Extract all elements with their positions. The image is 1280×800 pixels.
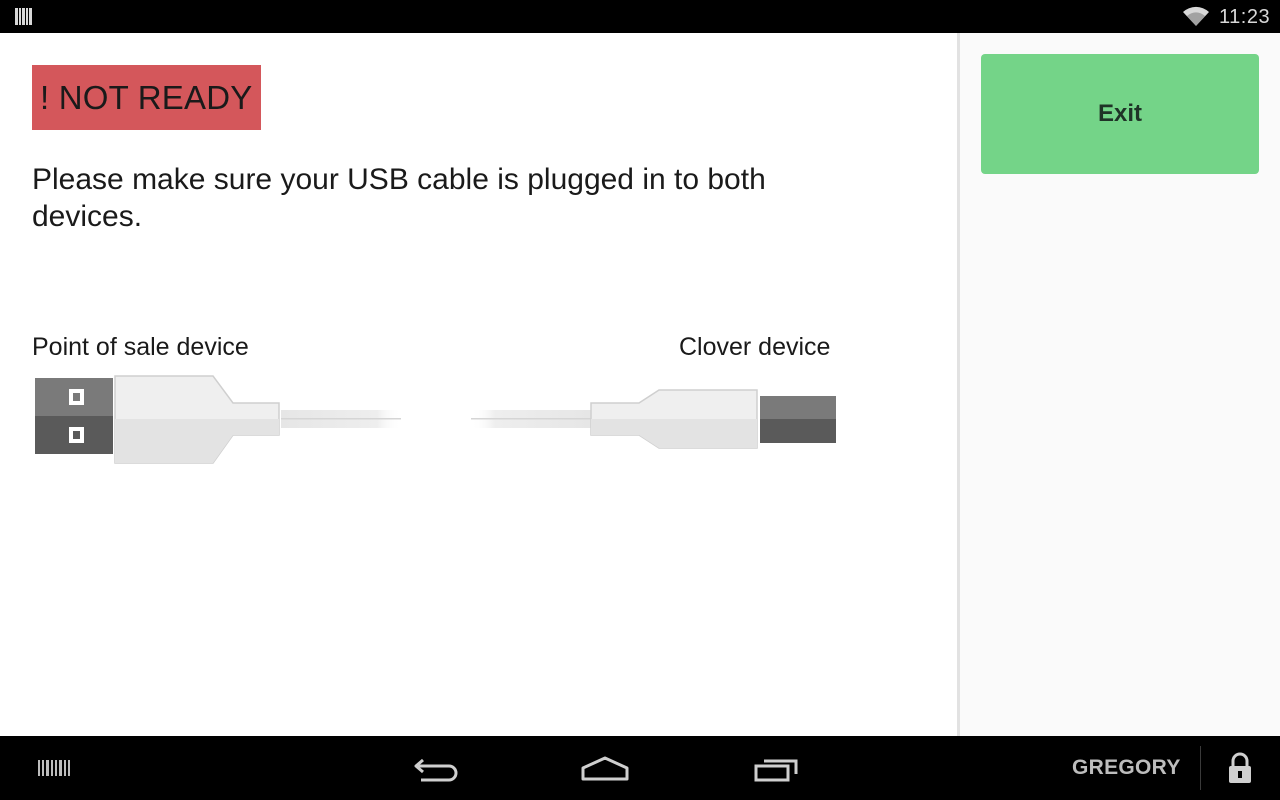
exit-button[interactable]: Exit (981, 54, 1259, 174)
back-icon[interactable] (413, 756, 459, 787)
barcode-notification-icon (15, 8, 33, 30)
status-badge: ! NOT READY (32, 65, 261, 130)
side-panel: Exit (960, 33, 1280, 736)
recents-icon[interactable] (754, 756, 802, 787)
status-bar: 11:23 (0, 0, 1280, 33)
usb-a-plug (35, 375, 401, 464)
wifi-icon (1183, 6, 1209, 31)
clover-device-label: Clover device (679, 333, 831, 361)
status-clock: 11:23 (1219, 6, 1271, 28)
nav-separator (1200, 746, 1201, 790)
pos-device-label: Point of sale device (32, 333, 249, 361)
main-panel: ! NOT READY Please make sure your USB ca… (0, 33, 957, 736)
navigation-bar: GREGORY (0, 736, 1280, 800)
lock-icon[interactable] (1228, 752, 1252, 789)
usb-b-plug (471, 389, 836, 449)
home-icon[interactable] (580, 756, 630, 787)
employee-name[interactable]: GREGORY (1072, 756, 1181, 780)
instruction-message: Please make sure your USB cable is plugg… (32, 163, 766, 233)
usb-cable-illustration (33, 373, 839, 472)
barcode-icon[interactable] (38, 760, 70, 781)
